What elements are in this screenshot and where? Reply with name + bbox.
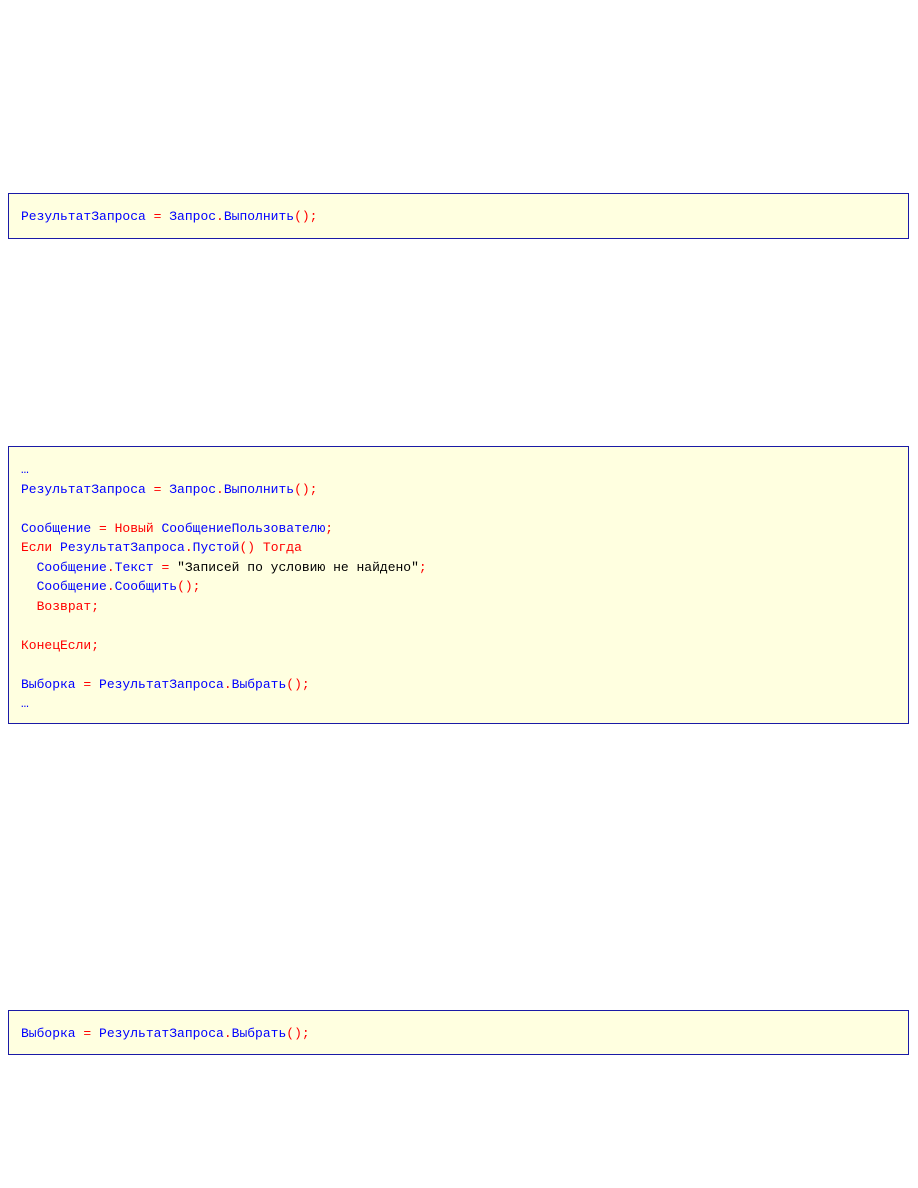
code-token-ident: … [21, 696, 29, 711]
code-token-ident: … [21, 462, 29, 477]
code-line: КонецЕсли; [21, 636, 896, 656]
code-token-op: . [216, 209, 224, 224]
code-token-op: = [145, 209, 170, 224]
code-token-op: (); [286, 676, 310, 692]
code-block-select-results: Выборка = РезультатЗапроса.Выбрать(); [8, 1010, 909, 1055]
code-line: … [21, 694, 896, 714]
code-token-op: . [106, 579, 115, 594]
code-token-kw: Если [21, 540, 53, 555]
code-token-op: = [75, 1026, 100, 1041]
code-line: Если РезультатЗапроса.Пустой() Тогда [21, 538, 896, 558]
code-token-op: (); [294, 481, 318, 497]
code-token-op: . [223, 676, 232, 692]
code-token-ident: Запрос [169, 481, 217, 497]
code-token-op: . [184, 540, 193, 555]
code-token-ident: Выбрать [231, 676, 287, 692]
code-line: Возврат; [21, 597, 896, 617]
code-token-ident: РезультатЗапроса [99, 676, 224, 692]
code-token-kw: КонецЕсли; [21, 637, 100, 653]
code-token-op: . [216, 481, 224, 497]
code-token-ident: Пустой [192, 540, 240, 555]
code-token-op: ; [325, 520, 334, 536]
code-block-execute-query: РезультатЗапроса = Запрос.Выполнить(); [8, 193, 909, 239]
code-token-op: (); [286, 1026, 310, 1041]
code-token-op: . [223, 1026, 232, 1041]
code-line: РезультатЗапроса = Запрос.Выполнить(); [21, 480, 896, 500]
code-token-ident: СообщениеПользователю [161, 520, 326, 536]
code-token-ident: Сообщение [36, 579, 107, 594]
code-token-ident: Текст [114, 559, 154, 575]
code-token-op: () [239, 540, 256, 555]
code-token-ident: РезультатЗапроса [21, 209, 146, 224]
code-token-ident: Сообщение [36, 559, 107, 575]
code-token-kw: Новый [114, 520, 154, 536]
code-line: Выборка = РезультатЗапроса.Выбрать(); [21, 1024, 896, 1044]
code-token-ident: Выбрать [231, 1026, 287, 1041]
code-line: Сообщение = Новый СообщениеПользователю; [21, 519, 896, 539]
code-token-str: "Записей по условию не найдено" [177, 559, 419, 575]
code-line: … [21, 460, 896, 480]
code-line: Выборка = РезультатЗапроса.Выбрать(); [21, 675, 896, 695]
code-token-ident: Сообщить [114, 579, 178, 594]
code-token-op: (); [177, 579, 201, 594]
code-token-op: ; [418, 559, 427, 575]
code-token-op: = [91, 520, 115, 536]
code-token-op: = [153, 559, 178, 575]
code-token-ident: РезультатЗапроса [60, 540, 185, 555]
code-token-ident: Выполнить [223, 209, 295, 224]
code-token-kw: Возврат; [36, 598, 100, 614]
code-block-check-empty-result: … РезультатЗапроса = Запрос.Выполнить(); … [8, 446, 909, 724]
code-token-ident: РезультатЗапроса [99, 1026, 224, 1041]
code-token-ident: Запрос [169, 209, 217, 224]
code-line: Сообщение.Сообщить(); [21, 577, 896, 597]
code-token-ident: Выборка [21, 676, 76, 692]
code-token-op: = [75, 676, 100, 692]
code-token-ident: Выполнить [223, 481, 295, 497]
code-token-op: = [145, 481, 170, 497]
code-token-op: . [106, 559, 115, 575]
code-token-ident: Сообщение [21, 520, 92, 536]
code-token-ident: Выборка [21, 1026, 76, 1041]
code-line: Сообщение.Текст = "Записей по условию не… [21, 558, 896, 578]
code-token-op: (); [294, 209, 318, 224]
code-token-kw: Тогда [262, 540, 302, 555]
code-line: РезультатЗапроса = Запрос.Выполнить(); [21, 207, 896, 227]
code-token-ident: РезультатЗапроса [21, 481, 146, 497]
